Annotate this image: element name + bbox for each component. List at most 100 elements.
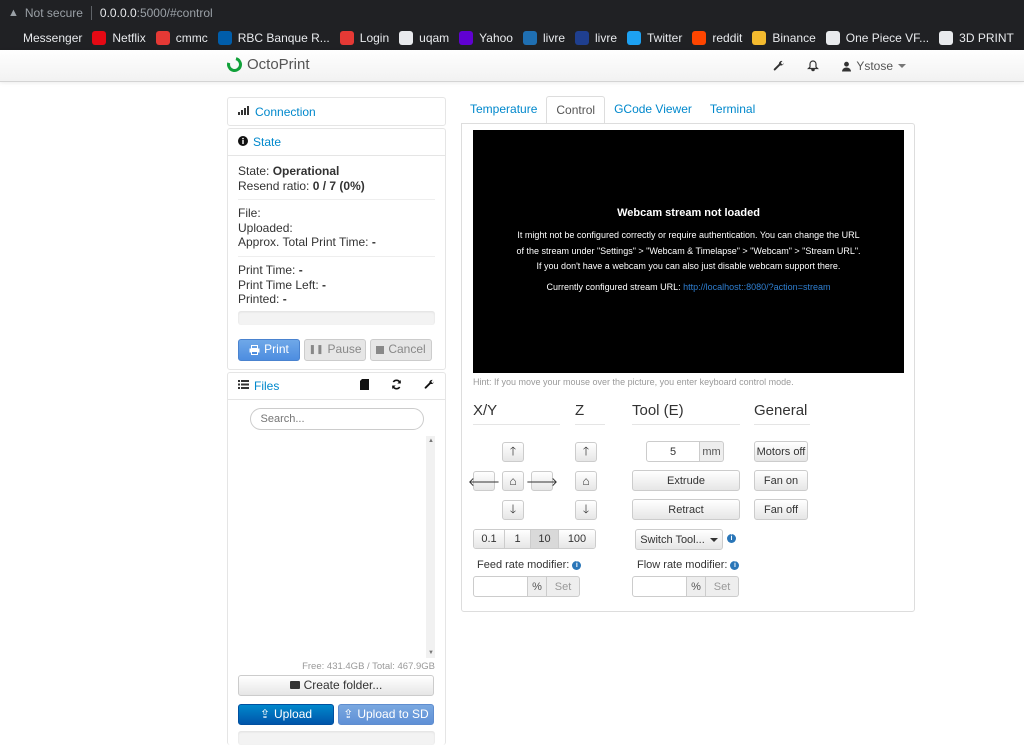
folder-icon — [939, 31, 953, 45]
bookmark-label: One Piece VF... — [846, 31, 929, 45]
pause-icon: ❚❚ — [308, 342, 323, 357]
livre-c-icon — [575, 31, 589, 45]
bookmark-label: 3D PRINT — [959, 31, 1014, 45]
folder-icon — [290, 681, 300, 689]
tab-terminal[interactable]: Terminal — [701, 96, 764, 124]
sd-card-icon[interactable] — [360, 379, 369, 393]
bookmark-label: livre — [543, 31, 565, 45]
bookmark-label: Messenger — [23, 31, 82, 45]
step-10[interactable]: 10 — [531, 530, 559, 548]
webcam-stream-link[interactable]: http://localhost::8080/?action=stream — [683, 282, 830, 292]
bookmark-9[interactable]: Twitter — [627, 31, 682, 45]
tab-temperature[interactable]: Temperature — [461, 96, 546, 124]
bookmark-10[interactable]: reddit — [692, 31, 742, 45]
step-0-1[interactable]: 0.1 — [474, 530, 505, 548]
retract-button[interactable]: Retract — [632, 499, 740, 520]
files-header: Files — [228, 373, 445, 400]
notifications-bell-icon[interactable] — [807, 60, 819, 72]
wrench-icon[interactable] — [424, 379, 435, 393]
switch-tool-dropdown[interactable]: Switch Tool... — [635, 529, 723, 550]
flow-rate-set-button[interactable]: Set — [706, 576, 739, 597]
file-line: File: — [238, 206, 435, 221]
file-list-scrollbar[interactable]: ▲ ▼ — [426, 436, 435, 658]
step-1[interactable]: 1 — [505, 530, 531, 548]
stop-icon — [376, 346, 384, 354]
step-100[interactable]: 100 — [559, 530, 595, 548]
extrude-button[interactable]: Extrude — [632, 470, 740, 491]
z-plus-button[interactable]: 🡑 — [575, 442, 597, 462]
state-toggle[interactable]: State — [228, 129, 445, 156]
print-button[interactable]: Print — [238, 339, 300, 361]
refresh-icon[interactable] — [391, 379, 402, 393]
brand[interactable]: OctoPrint — [227, 56, 310, 73]
upload-button[interactable]: ⇪Upload — [238, 704, 334, 725]
address-bar[interactable]: ▲ Not secure 0.0.0.0:5000/#control — [0, 0, 1024, 26]
fan-on-button[interactable]: Fan on — [754, 470, 808, 491]
files-toggle[interactable]: Files — [238, 379, 279, 393]
bookmark-2[interactable]: cmmc — [156, 31, 208, 45]
divider — [91, 6, 92, 20]
webcam-url-line: Currently configured stream URL: http://… — [473, 282, 904, 292]
connection-toggle[interactable]: Connection — [228, 98, 445, 125]
sidebar: Connection State State: Operational Rese… — [227, 97, 446, 747]
bookmark-7[interactable]: livre — [523, 31, 565, 45]
feed-rate-input[interactable] — [473, 576, 528, 597]
bookmark-13[interactable]: 3D PRINT — [939, 31, 1014, 45]
upload-sd-button[interactable]: ⇪Upload to SD — [338, 704, 434, 725]
fan-off-button[interactable]: Fan off — [754, 499, 808, 520]
bookmark-label: Login — [360, 31, 389, 45]
bookmark-12[interactable]: One Piece VF... — [826, 31, 929, 45]
create-folder-button[interactable]: Create folder... — [238, 675, 434, 696]
uploaded-line: Uploaded: — [238, 221, 435, 236]
x-plus-button[interactable]: 🡒 — [531, 471, 553, 491]
state-line: State: Operational — [238, 164, 435, 179]
time-left-line: Print Time Left: - — [238, 278, 435, 293]
extrude-amount-group: 5 mm — [646, 441, 724, 462]
cancel-button[interactable]: Cancel — [370, 339, 432, 361]
info-icon[interactable]: i — [727, 534, 736, 543]
file-list[interactable]: ▲ ▼ — [238, 436, 435, 658]
y-minus-button[interactable]: 🡓 — [502, 500, 524, 520]
bookmark-6[interactable]: Yahoo — [459, 31, 513, 45]
bookmark-8[interactable]: livre — [575, 31, 617, 45]
feed-rate-set-button[interactable]: Set — [547, 576, 580, 597]
bookmark-label: Netflix — [112, 31, 145, 45]
bookmark-5[interactable]: uqam — [399, 31, 449, 45]
url-path[interactable]: :5000/#control — [137, 6, 213, 20]
y-plus-button[interactable]: 🡑 — [502, 442, 524, 462]
connection-title: Connection — [255, 105, 316, 119]
upload-progress-bar — [238, 731, 435, 745]
z-minus-button[interactable]: 🡓 — [575, 500, 597, 520]
flow-rate-group: % Set — [632, 576, 739, 597]
file-search-input[interactable] — [250, 408, 424, 430]
z-home-button[interactable]: ⌂ — [575, 471, 597, 491]
motors-off-button[interactable]: Motors off — [754, 441, 808, 462]
user-menu[interactable]: Ystose — [841, 59, 906, 73]
xy-home-button[interactable]: ⌂ — [502, 471, 524, 491]
user-name: Ystose — [856, 59, 893, 73]
info-icon[interactable]: i — [572, 561, 581, 570]
state-title: State — [253, 135, 281, 149]
bookmark-1[interactable]: Netflix — [92, 31, 145, 45]
tab-control[interactable]: Control — [546, 96, 605, 124]
bookmark-4[interactable]: Login — [340, 31, 389, 45]
printer-icon — [249, 345, 260, 355]
bookmark-0[interactable]: Messenger — [3, 31, 82, 45]
x-minus-button[interactable]: 🡐 — [473, 471, 495, 491]
bookmark-3[interactable]: RBC Banque R... — [218, 31, 330, 45]
chevron-down-icon — [898, 64, 906, 68]
tab-gcode-viewer[interactable]: GCode Viewer — [605, 96, 701, 124]
flow-rate-input[interactable] — [632, 576, 687, 597]
settings-wrench-icon[interactable] — [773, 60, 785, 72]
folder-icon — [399, 31, 413, 45]
info-icon[interactable]: i — [730, 561, 739, 570]
bookmark-11[interactable]: Binance — [752, 31, 815, 45]
login-icon — [340, 31, 354, 45]
pause-button[interactable]: ❚❚Pause — [304, 339, 366, 361]
url-host[interactable]: 0.0.0.0 — [100, 6, 137, 20]
webcam-view[interactable]: Webcam stream not loaded It might not be… — [473, 130, 904, 373]
extrude-amount-input[interactable]: 5 — [646, 441, 700, 462]
divider — [238, 199, 435, 200]
resend-line: Resend ratio: 0 / 7 (0%) — [238, 179, 435, 194]
divider — [238, 256, 435, 257]
